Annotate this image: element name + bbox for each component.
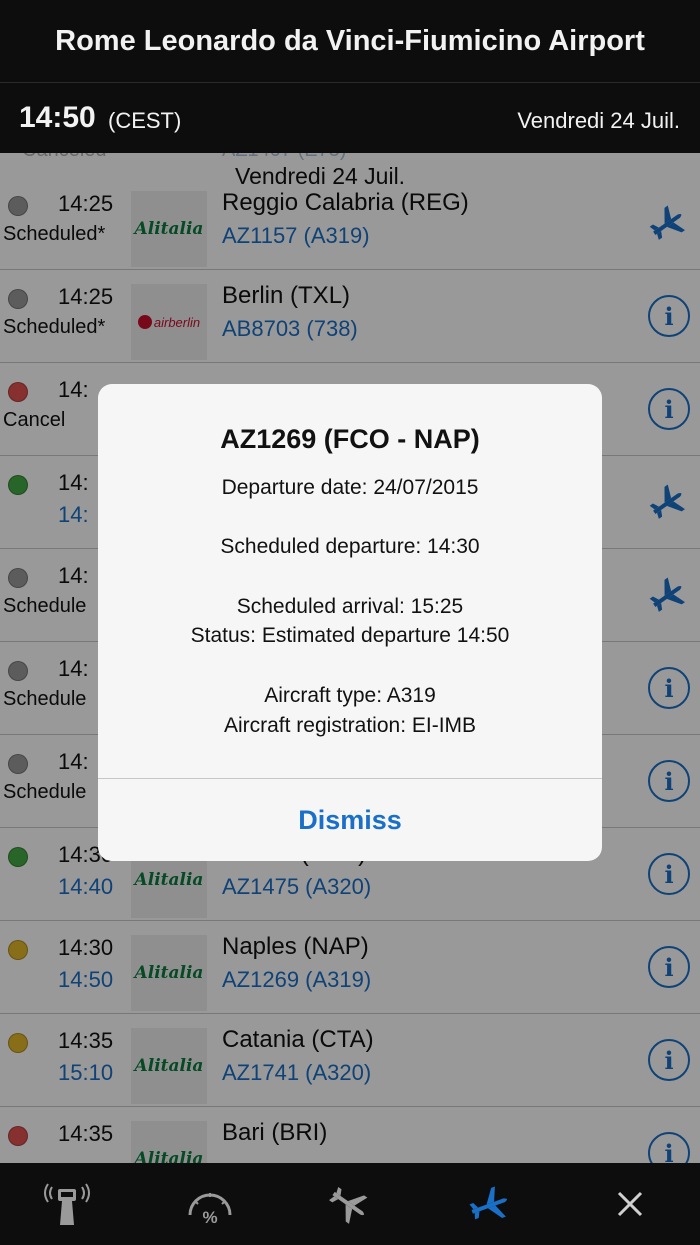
timezone: (CEST): [108, 108, 182, 133]
dismiss-button[interactable]: Dismiss: [98, 779, 602, 861]
tab-departures[interactable]: [466, 1181, 516, 1227]
tab-arrivals[interactable]: [325, 1181, 375, 1227]
current-date: Vendredi 24 Juil.: [517, 108, 680, 133]
departures-icon: [469, 1186, 507, 1220]
tab-close[interactable]: [605, 1181, 655, 1227]
departure-date: Departure date: 24/07/2015: [221, 476, 479, 499]
dialog-title: AZ1269 (FCO - NAP): [220, 424, 480, 454]
current-time: 14:50: [19, 101, 96, 134]
airport-title: Rome Leonardo da Vinci-Fiumicino Airport: [55, 24, 645, 57]
clock-bar: 14:50 (CEST) Vendredi 24 Juil.: [0, 82, 700, 153]
app-header: Rome Leonardo da Vinci-Fiumicino Airport: [0, 0, 700, 82]
scheduled-arrival: Scheduled arrival: 15:25: [236, 595, 464, 618]
control-tower-icon: [44, 1183, 90, 1225]
flight-status: Status: Estimated departure 14:50: [190, 624, 510, 647]
arrivals-icon: [329, 1186, 368, 1224]
tab-control-tower[interactable]: [42, 1181, 92, 1227]
gauge-percent-icon: %: [188, 1193, 232, 1227]
tab-bar: %: [0, 1163, 700, 1245]
tab-stats[interactable]: %: [185, 1181, 235, 1227]
aircraft-type: Aircraft type: A319: [264, 684, 436, 707]
close-icon: [617, 1191, 643, 1217]
aircraft-registration: Aircraft registration: EI-IMB: [223, 714, 477, 737]
flight-details-dialog: AZ1269 (FCO - NAP) Departure date: 24/07…: [98, 384, 602, 861]
scheduled-departure: Scheduled departure: 14:30: [220, 535, 480, 558]
svg-text:%: %: [202, 1208, 217, 1227]
